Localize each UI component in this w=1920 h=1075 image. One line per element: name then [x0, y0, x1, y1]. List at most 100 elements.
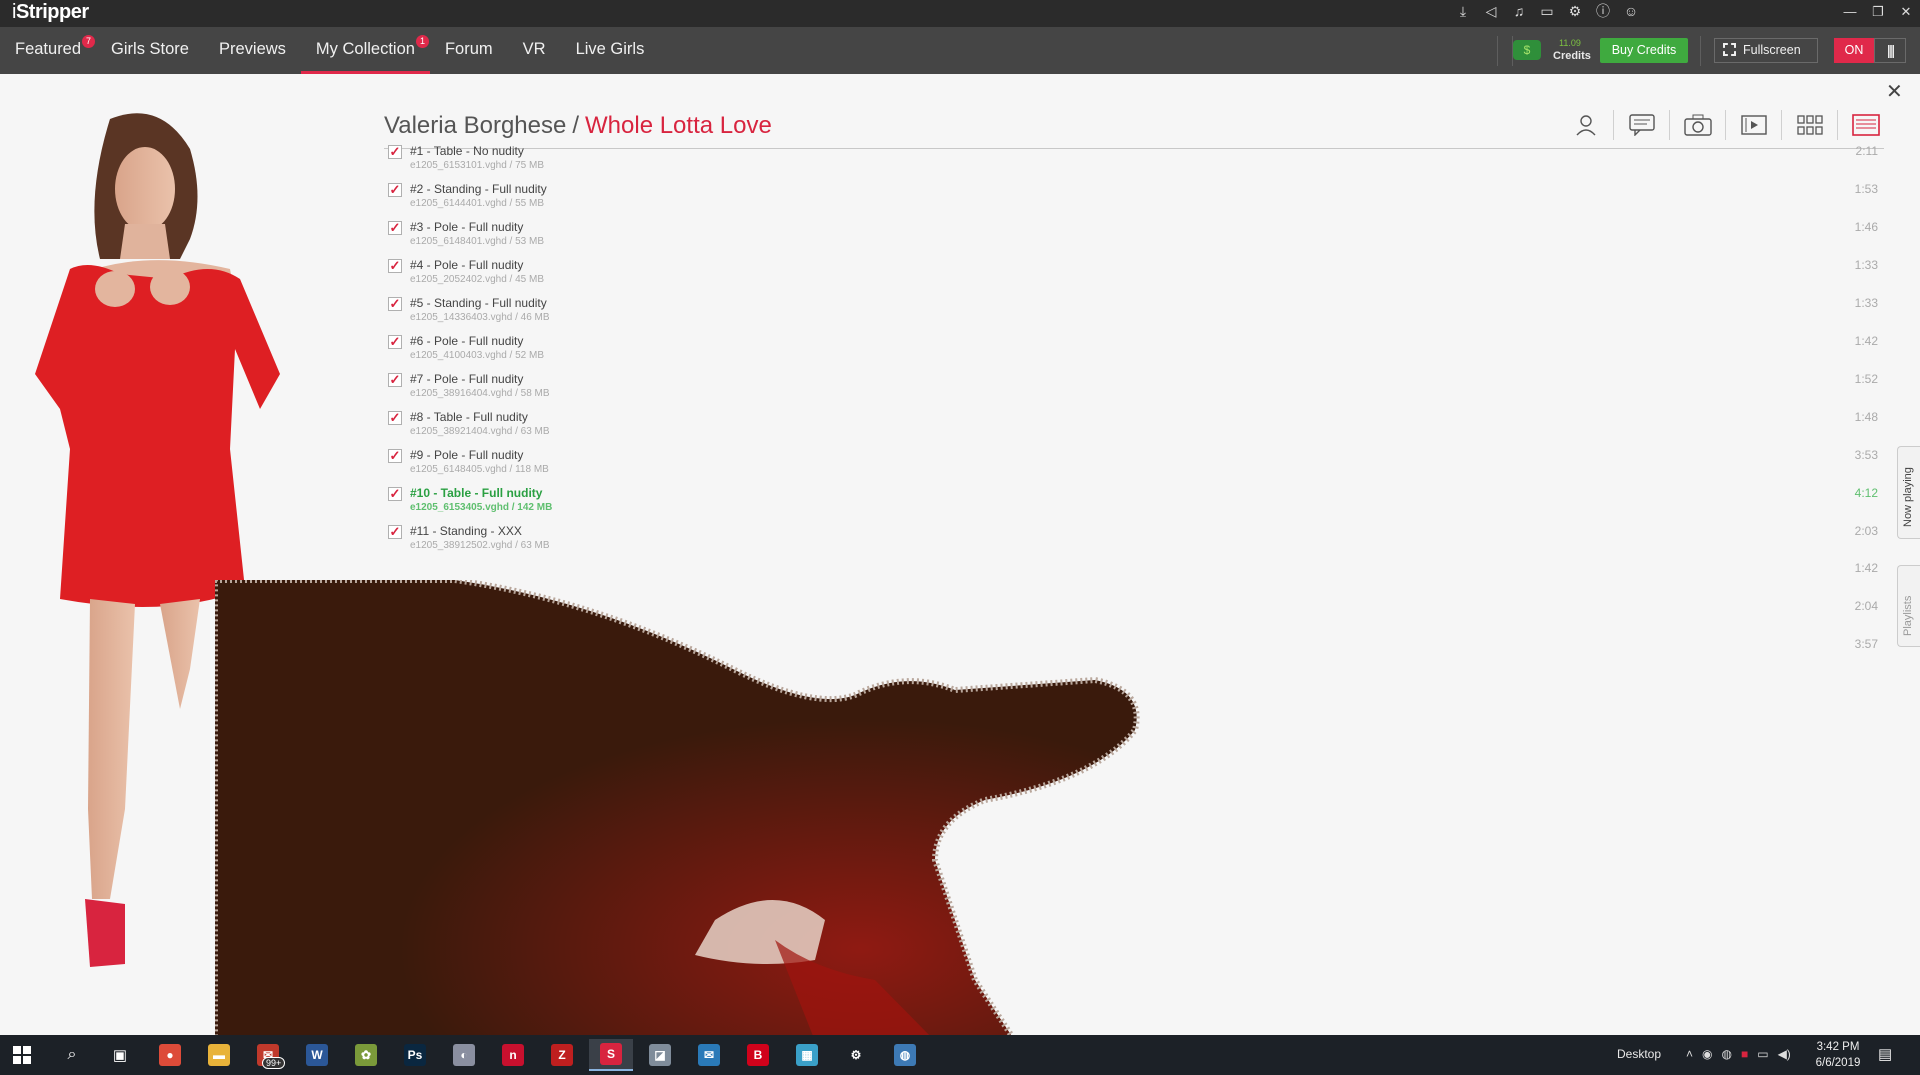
download-icon[interactable]: ⤓	[1454, 2, 1472, 20]
barcode-icon[interactable]: ||||	[1874, 38, 1906, 63]
track-title: #3 - Pole - Full nudity	[410, 220, 524, 234]
model-name[interactable]: Valeria Borghese	[384, 112, 566, 139]
minimize-icon[interactable]: —	[1836, 0, 1864, 24]
tab-live-girls[interactable]: Live Girls	[561, 27, 660, 74]
taskbar-app-settings[interactable]: ⚙	[834, 1039, 878, 1071]
tab-previews[interactable]: Previews	[204, 27, 301, 74]
track-checkbox[interactable]: ✓	[388, 183, 402, 197]
restore-icon[interactable]: ❐	[1864, 0, 1892, 24]
istripper-tray-icon[interactable]: ■	[1741, 1047, 1748, 1061]
tab-vr[interactable]: VR	[508, 27, 561, 74]
taskbar-app-filezilla[interactable]: Z	[540, 1039, 584, 1071]
start-button[interactable]	[0, 1039, 44, 1071]
track-row[interactable]: ✓ #4 - Pole - Full nudity e1205_2052402.vg…	[388, 257, 1878, 295]
credits-amount: 11.09	[1559, 38, 1581, 48]
close-window-icon[interactable]: ✕	[1892, 0, 1920, 24]
track-checkbox[interactable]: ✓	[388, 525, 402, 539]
video-clip-icon[interactable]	[1726, 110, 1782, 140]
task-view-button[interactable]: ▣	[98, 1039, 142, 1071]
taskbar-app-nero[interactable]: n	[491, 1039, 535, 1071]
track-checkbox[interactable]: ✓	[388, 259, 402, 273]
music-icon[interactable]: ♫	[1510, 2, 1528, 20]
track-row[interactable]: ✓ #1 - Table - No nudity e1205_6153101.vgh…	[388, 143, 1878, 181]
volume-icon[interactable]: ◀)	[1778, 1047, 1791, 1061]
buy-credits-button[interactable]: Buy Credits	[1600, 38, 1688, 63]
tab-label: VR	[522, 40, 546, 58]
tab-forum[interactable]: Forum	[430, 27, 508, 74]
playlists-tab[interactable]: Playlists	[1897, 565, 1920, 647]
track-checkbox[interactable]: ✓	[388, 297, 402, 311]
track-title: #9 - Pole - Full nudity	[410, 448, 524, 462]
credits-label: Credits	[1553, 50, 1591, 62]
tab-label: My Collection	[315, 40, 415, 58]
track-row[interactable]: ✓ #8 - Table - Full nudity e1205_38921404.…	[388, 409, 1878, 447]
taskbar-app-outlook[interactable]: ✉	[687, 1039, 731, 1071]
taskbar-app-network[interactable]: ▦	[785, 1039, 829, 1071]
monitor-icon[interactable]: ▭	[1538, 2, 1556, 20]
tab-girls-store[interactable]: Girls Store	[96, 27, 204, 74]
credits-display[interactable]: $ 11.09 Credits	[1512, 36, 1591, 66]
money-icon: $	[1513, 40, 1541, 60]
track-checkbox[interactable]: ✓	[388, 487, 402, 501]
taskbar-app-file-explorer[interactable]: ▬	[197, 1039, 241, 1071]
nero-icon: n	[502, 1044, 524, 1066]
track-row[interactable]: ✓ #6 - Pole - Full nudity e1205_4100403.vg…	[388, 333, 1878, 371]
istripper-icon: S	[600, 1043, 622, 1065]
desktop-toolbar-label[interactable]: Desktop	[1617, 1047, 1661, 1061]
track-checkbox[interactable]: ✓	[388, 373, 402, 387]
info-icon[interactable]: ⓘ	[1594, 2, 1612, 20]
track-row[interactable]: ✓ #5 - Standing - Full nudity e1205_143364…	[388, 295, 1878, 333]
network-tray-icon[interactable]: ◉	[1702, 1047, 1712, 1061]
track-checkbox[interactable]: ✓	[388, 221, 402, 235]
track-checkbox[interactable]: ✓	[388, 145, 402, 159]
taskbar-app-globe[interactable]: ◍	[883, 1039, 927, 1071]
tab-featured[interactable]: Featured 7	[0, 27, 96, 74]
model-profile-icon[interactable]	[1558, 110, 1614, 140]
taskbar-app-istripper[interactable]: S	[589, 1039, 633, 1071]
card-list-icon[interactable]	[1838, 110, 1894, 140]
track-file-info: e1205_6148405.vghd / 118 MB	[410, 464, 549, 475]
taskbar-app-game[interactable]: ✿	[344, 1039, 388, 1071]
network-icon: ▦	[796, 1044, 818, 1066]
taskbar-app-bitdefender[interactable]: B	[736, 1039, 780, 1071]
track-row[interactable]: ✓ #11 - Standing - XXX e1205_38912502.vghd…	[388, 523, 1878, 561]
megaphone-icon[interactable]: ◁	[1482, 2, 1500, 20]
clock-time: 3:42 PM	[1816, 1041, 1860, 1053]
clock-date: 6/6/2019	[1815, 1057, 1861, 1069]
tray-expand-icon[interactable]: ˄	[1686, 1047, 1693, 1061]
track-checkbox[interactable]: ✓	[388, 411, 402, 425]
grid-view-icon[interactable]	[1782, 110, 1838, 140]
fullscreen-button[interactable]: Fullscreen	[1714, 38, 1818, 63]
comments-icon[interactable]	[1614, 110, 1670, 140]
now-playing-tab[interactable]: Now playing	[1897, 446, 1920, 539]
track-row[interactable]: ✓ #10 - Table - Full nudity e1205_6153405.…	[388, 485, 1878, 523]
track-row[interactable]: ✓ #9 - Pole - Full nudity e1205_6148405.vg…	[388, 447, 1878, 485]
on-toggle-button[interactable]: ON	[1834, 38, 1874, 63]
track-row[interactable]: ✓ #2 - Standing - Full nudity e1205_614440…	[388, 181, 1878, 219]
track-checkbox[interactable]: ✓	[388, 449, 402, 463]
track-row[interactable]: ✓ #3 - Pole - Full nudity e1205_6148401.vg…	[388, 219, 1878, 257]
window-controls: — ❐ ✕	[1836, 0, 1920, 24]
track-checkbox[interactable]: ✓	[388, 335, 402, 349]
sync-tray-icon[interactable]: ◍	[1722, 1047, 1732, 1061]
track-duration: 3:57	[1854, 637, 1878, 651]
viewer-icon: ◪	[649, 1044, 671, 1066]
gear-icon[interactable]: ⚙	[1566, 2, 1584, 20]
close-panel-icon[interactable]: ✕	[1886, 82, 1903, 102]
user-icon[interactable]: ☺	[1622, 2, 1640, 20]
taskbar-app-viewer[interactable]: ◪	[638, 1039, 682, 1071]
camera-icon[interactable]	[1670, 110, 1726, 140]
track-title: #7 - Pole - Full nudity	[410, 372, 524, 386]
display-tray-icon[interactable]: ▭	[1757, 1047, 1768, 1061]
video-overlay	[215, 580, 1140, 1041]
taskbar-app-chrome[interactable]: ●	[148, 1039, 192, 1071]
taskbar-app-photoshop[interactable]: Ps	[393, 1039, 437, 1071]
tab-my-collection[interactable]: My Collection 1	[300, 27, 430, 74]
filezilla-icon: Z	[551, 1044, 573, 1066]
taskbar-app-word[interactable]: W	[295, 1039, 339, 1071]
clock[interactable]: 3:42 PM 6/6/2019	[1810, 1039, 1866, 1071]
action-center-icon[interactable]: ▤	[1878, 1045, 1892, 1063]
search-button[interactable]: ⌕	[50, 1039, 94, 1071]
track-row[interactable]: ✓ #7 - Pole - Full nudity e1205_38916404.v…	[388, 371, 1878, 409]
taskbar-app-paint[interactable]: ◐	[442, 1039, 486, 1071]
